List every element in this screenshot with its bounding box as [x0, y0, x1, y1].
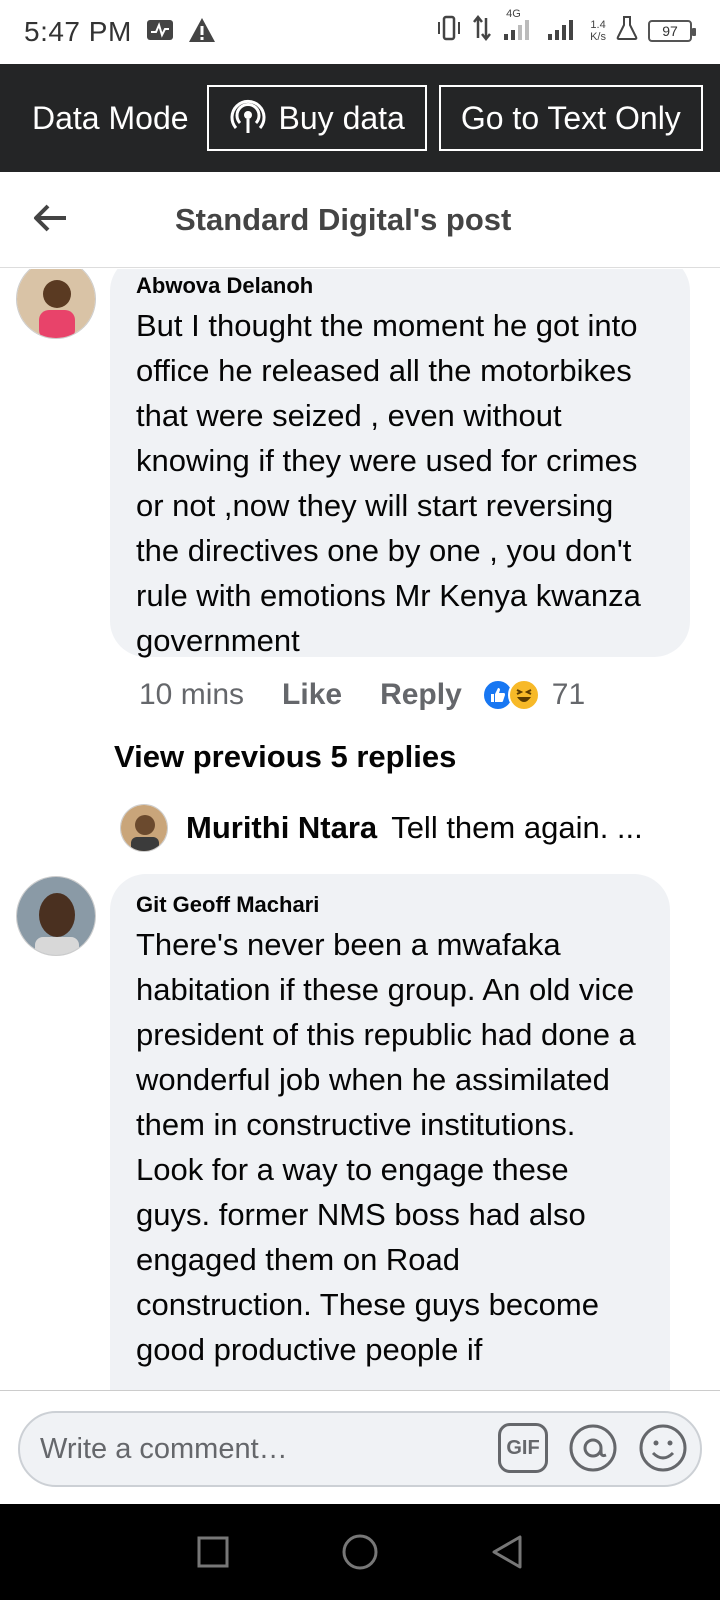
comment-input[interactable]: [40, 1432, 470, 1466]
gif-icon[interactable]: GIF: [498, 1423, 548, 1473]
buy-data-button[interactable]: Buy data: [206, 85, 427, 151]
battery-level: 97: [662, 22, 678, 39]
text-only-label: Go to Text Only: [460, 99, 681, 136]
data-mode-bar: Data Mode Buy data Go to Text Only: [0, 64, 720, 172]
comment-composer: GIF: [0, 1390, 720, 1504]
recents-icon[interactable]: [189, 1528, 237, 1576]
data-transfer-icon: [472, 14, 492, 47]
broadcast-icon: [229, 99, 267, 137]
comment-author[interactable]: Abwova Delanoh: [136, 273, 664, 299]
signal-icon-2: [546, 14, 580, 47]
view-previous-replies[interactable]: View previous 5 replies: [114, 739, 456, 775]
comment-time: 10 mins: [139, 678, 245, 711]
back-arrow-icon[interactable]: [28, 196, 72, 240]
battery-icon: 97: [648, 19, 696, 42]
comment-bubble[interactable]: Abwova Delanoh But I thought the moment …: [110, 269, 690, 658]
gif-label: GIF: [506, 1436, 540, 1459]
reply-button[interactable]: Reply: [380, 678, 462, 712]
signal-icon-1: 4G: [502, 8, 536, 47]
system-navbar: [0, 1504, 720, 1600]
back-icon[interactable]: [483, 1528, 531, 1576]
comment-author[interactable]: Git Geoff Machari: [136, 892, 644, 918]
reply-avatar[interactable]: [120, 804, 168, 852]
network-speed: 1.4 K/s: [590, 18, 606, 43]
reply-author[interactable]: Murithi Ntara: [186, 810, 377, 846]
page-title: Standard Digital's post: [175, 202, 512, 237]
haha-icon: [507, 679, 540, 711]
comment-meta: 10 mins Like Reply 71: [139, 673, 585, 717]
post-header: Standard Digital's post: [0, 172, 720, 268]
reply-preview[interactable]: Murithi Ntara Tell them again. ...: [120, 803, 643, 853]
comment-bubble[interactable]: Git Geoff Machari There's never been a m…: [110, 874, 670, 1390]
home-icon[interactable]: [336, 1528, 384, 1576]
lab-icon: [616, 15, 638, 46]
activity-icon: [146, 18, 174, 47]
text-only-button[interactable]: Go to Text Only: [438, 85, 703, 151]
vibrate-icon: [436, 14, 462, 47]
status-time: 5:47 PM: [24, 16, 132, 47]
mention-icon[interactable]: [568, 1423, 618, 1473]
comments-list[interactable]: Abwova Delanoh But I thought the moment …: [0, 269, 720, 1390]
avatar[interactable]: [16, 269, 96, 339]
network-type: 4G: [506, 8, 521, 20]
comment-text: There's never been a mwafaka habitation …: [136, 927, 636, 1367]
avatar[interactable]: [16, 876, 96, 956]
data-mode-label: Data Mode: [32, 99, 189, 136]
reply-text: Tell them again. ...: [391, 810, 643, 845]
buy-data-label: Buy data: [278, 99, 405, 136]
reaction-count: 71: [551, 678, 586, 711]
comment-input-box[interactable]: GIF: [18, 1411, 702, 1487]
emoji-icon[interactable]: [638, 1423, 688, 1473]
status-bar: 5:47 PM 4G 1.4 K/s 97: [0, 0, 720, 64]
warning-icon: [188, 17, 216, 48]
comment-text: But I thought the moment he got into off…: [136, 308, 641, 658]
like-button[interactable]: Like: [282, 678, 342, 712]
reactions[interactable]: 71: [481, 678, 586, 712]
